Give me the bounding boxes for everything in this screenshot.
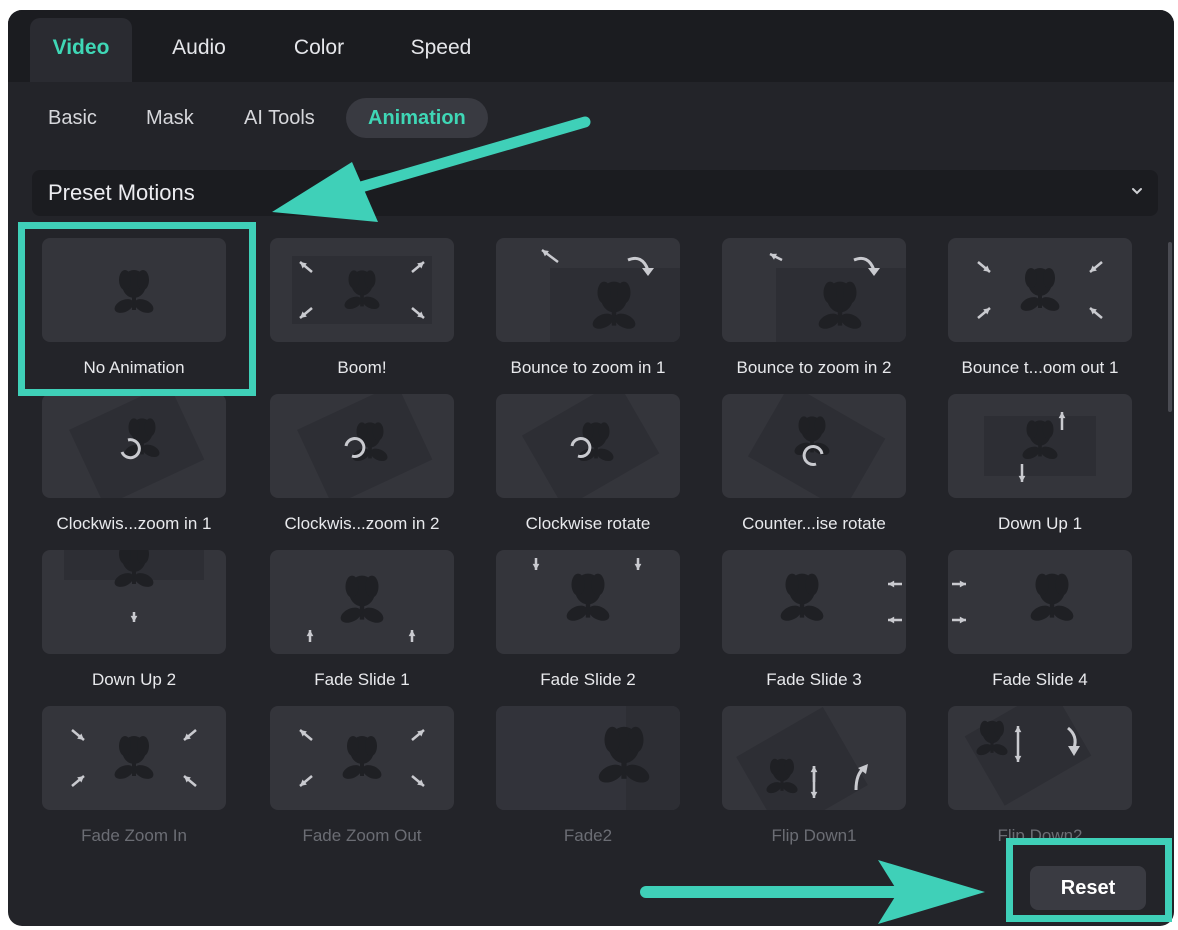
preset-label: Fade Zoom Out	[302, 826, 422, 845]
highlight-reset	[1006, 838, 1172, 922]
preset-label: Clockwis...zoom in 2	[284, 514, 440, 533]
preset-item[interactable]: Fade2	[494, 698, 682, 848]
scrollbar[interactable]	[1168, 242, 1172, 412]
preset-label: Down Up 2	[91, 670, 177, 689]
down-up-icon	[42, 550, 226, 654]
preset-label: Bounce to zoom in 2	[736, 358, 892, 377]
preset-label: Fade Slide 1	[314, 670, 410, 689]
chevron-down-icon	[1130, 184, 1144, 203]
preset-label: Bounce to zoom in 1	[510, 358, 666, 377]
rotate-icon	[270, 394, 454, 498]
preset-item[interactable]: Counter...ise rotate	[720, 386, 908, 536]
preset-label: Fade Slide 2	[540, 670, 636, 689]
boom-icon	[270, 238, 454, 342]
preset-label: Fade2	[563, 826, 613, 845]
fade-slide-icon	[270, 550, 454, 654]
preset-item[interactable]: Fade Zoom Out	[268, 698, 456, 848]
fade-slide-icon	[722, 550, 906, 654]
preset-label: Clockwis...zoom in 1	[56, 514, 212, 533]
bounce-zoom-in-icon	[722, 238, 906, 342]
rotate-icon	[496, 394, 680, 498]
preset-label: Down Up 1	[997, 514, 1083, 533]
flip-down-icon	[722, 706, 906, 810]
preset-label: Counter...ise rotate	[742, 514, 886, 533]
fade-zoom-out-icon	[270, 706, 454, 810]
preset-item[interactable]: Clockwise rotate	[494, 386, 682, 536]
preset-label: Boom!	[337, 358, 387, 377]
down-up-icon	[948, 394, 1132, 498]
fade-icon	[496, 706, 680, 810]
preset-item[interactable]: Fade Slide 3	[720, 542, 908, 692]
preset-item[interactable]: Boom!	[268, 230, 456, 380]
preset-item[interactable]: Bounce to zoom in 2	[720, 230, 908, 380]
rotate-icon	[42, 394, 226, 498]
bounce-zoom-in-icon	[496, 238, 680, 342]
subtab-basic[interactable]: Basic	[48, 98, 97, 138]
bounce-zoom-out-icon	[948, 238, 1132, 342]
subtab-mask[interactable]: Mask	[146, 98, 194, 138]
preset-motions-dropdown[interactable]: Preset Motions	[32, 170, 1158, 216]
tab-color[interactable]: Color	[274, 18, 364, 82]
preset-item[interactable]: Flip Down1	[720, 698, 908, 848]
preset-item[interactable]: Clockwis...zoom in 1	[40, 386, 228, 536]
fade-slide-icon	[496, 550, 680, 654]
counter-rotate-icon	[722, 394, 906, 498]
preset-item[interactable]: Fade Slide 4	[946, 542, 1134, 692]
preset-item[interactable]: Down Up 2	[40, 542, 228, 692]
tab-speed[interactable]: Speed	[392, 18, 490, 82]
preset-label: Bounce t...oom out 1	[961, 358, 1119, 377]
tab-video[interactable]: Video	[30, 18, 132, 82]
dropdown-label: Preset Motions	[48, 180, 195, 205]
preset-label: Fade Slide 3	[766, 670, 862, 689]
preset-item[interactable]: Fade Slide 2	[494, 542, 682, 692]
preset-item[interactable]: Down Up 1	[946, 386, 1134, 536]
flip-down-icon	[948, 706, 1132, 810]
subtab-ai-tools[interactable]: AI Tools	[244, 98, 315, 138]
fade-zoom-in-icon	[42, 706, 226, 810]
preset-item[interactable]: Flip Down2	[946, 698, 1134, 848]
preset-item[interactable]: Clockwis...zoom in 2	[268, 386, 456, 536]
fade-slide-icon	[948, 550, 1132, 654]
top-tab-bar: Video Audio Color Speed	[8, 10, 1174, 82]
preset-item[interactable]: Bounce to zoom in 1	[494, 230, 682, 380]
tab-audio[interactable]: Audio	[154, 18, 244, 82]
preset-item[interactable]: Fade Slide 1	[268, 542, 456, 692]
preset-label: Flip Down1	[771, 826, 857, 845]
subtab-animation[interactable]: Animation	[346, 98, 488, 138]
preset-item[interactable]: Bounce t...oom out 1	[946, 230, 1134, 380]
preset-label: Fade Slide 4	[992, 670, 1088, 689]
highlight-no-animation	[18, 222, 256, 396]
properties-panel: Video Audio Color Speed Basic Mask AI To…	[8, 10, 1174, 926]
preset-label: Fade Zoom In	[81, 826, 187, 845]
preset-item[interactable]: Fade Zoom In	[40, 698, 228, 848]
preset-label: Clockwise rotate	[525, 514, 651, 533]
